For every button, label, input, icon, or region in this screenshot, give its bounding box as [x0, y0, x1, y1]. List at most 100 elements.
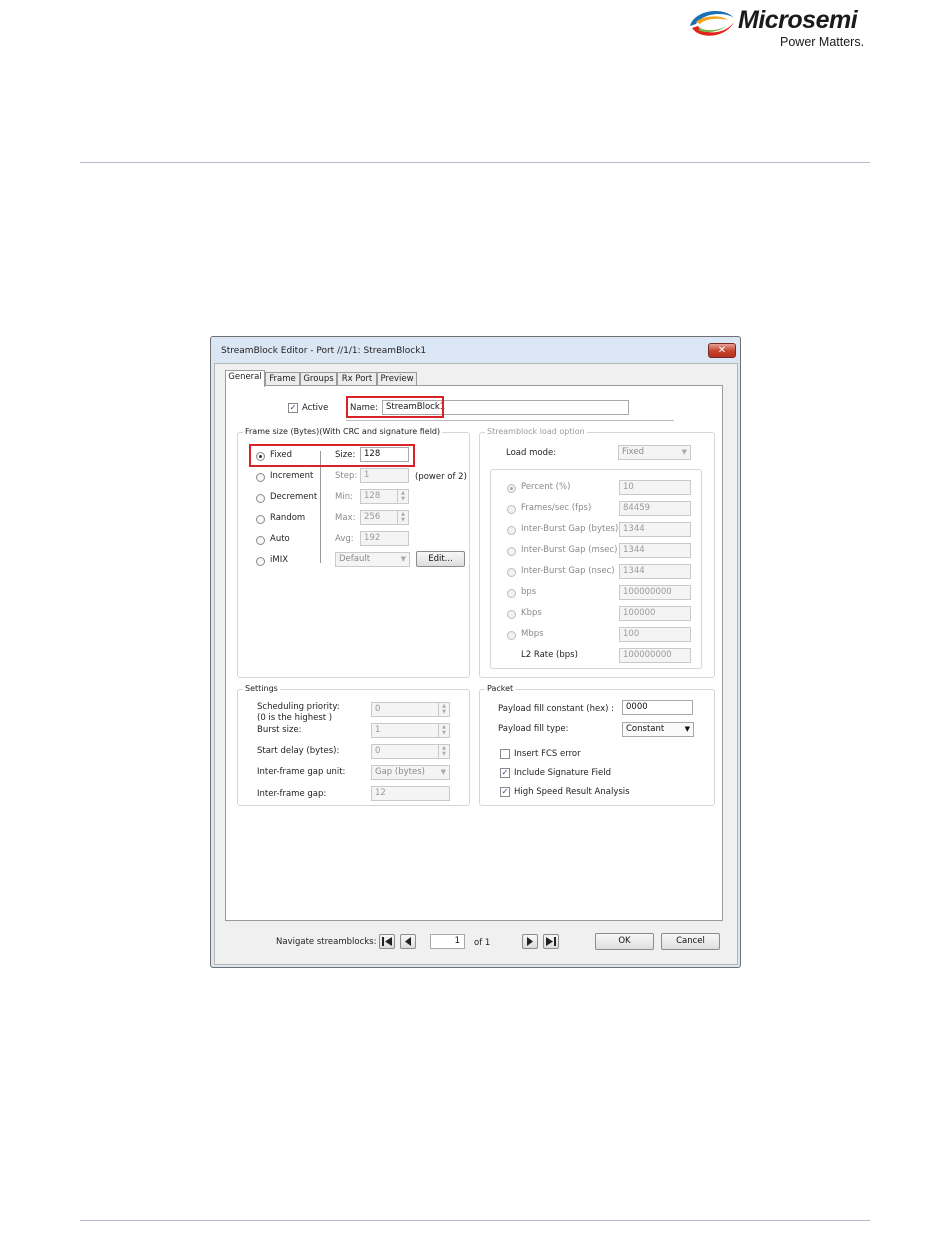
- ibg-nsec-input[interactable]: 1344: [619, 564, 691, 579]
- insert-fcs-error-label: Insert FCS error: [514, 749, 581, 759]
- ibg-bytes-input[interactable]: 1344: [619, 522, 691, 537]
- avg-input[interactable]: 192: [360, 531, 409, 546]
- tab-rx-port[interactable]: Rx Port: [337, 372, 377, 386]
- frame-size-group: Frame size (Bytes)(With CRC and signatur…: [237, 427, 470, 678]
- skip-first-icon: [382, 937, 392, 946]
- ok-button[interactable]: OK: [595, 933, 654, 950]
- fps-input[interactable]: 84459: [619, 501, 691, 516]
- scheduling-priority-input[interactable]: 0 ▲ ▼: [371, 702, 450, 717]
- tab-frame[interactable]: Frame: [265, 372, 300, 386]
- cancel-button[interactable]: Cancel: [661, 933, 720, 950]
- last-streamblock-button[interactable]: [543, 934, 559, 949]
- skip-last-icon: [546, 937, 556, 946]
- auto-radio[interactable]: [256, 536, 265, 545]
- ifg-unit-label: Inter-frame gap unit:: [257, 767, 346, 777]
- high-speed-analysis-checkbox[interactable]: ✓: [500, 787, 510, 797]
- tab-groups[interactable]: Groups: [300, 372, 337, 386]
- microsemi-logo: Microsemi Power Matters.: [686, 4, 876, 50]
- decrement-radio[interactable]: [256, 494, 265, 503]
- next-streamblock-button[interactable]: [522, 934, 538, 949]
- mbps-input[interactable]: 100: [619, 627, 691, 642]
- close-button[interactable]: ✕: [708, 343, 736, 358]
- ibg-msec-radio[interactable]: [507, 547, 516, 556]
- min-spinner-icon[interactable]: ▲ ▼: [397, 490, 408, 503]
- logo-text: Microsemi: [738, 6, 858, 34]
- scheduling-spinner-icon[interactable]: ▲ ▼: [438, 703, 449, 716]
- fill-constant-input[interactable]: 0000: [622, 700, 693, 715]
- load-values-panel: Percent (%) 10 Frames/sec (fps) 84459 In…: [490, 469, 702, 669]
- increment-label: Increment: [270, 471, 314, 481]
- load-mode-dropdown[interactable]: Fixed ▼: [618, 445, 691, 460]
- auto-label: Auto: [270, 534, 290, 544]
- bps-radio[interactable]: [507, 589, 516, 598]
- chevron-down-icon: ▼: [440, 768, 446, 776]
- fps-label: Frames/sec (fps): [521, 503, 592, 513]
- page-input[interactable]: 1: [430, 934, 465, 949]
- include-signature-checkbox[interactable]: ✓: [500, 768, 510, 778]
- streamblock-editor-window: StreamBlock Editor - Port //1/1: StreamB…: [210, 336, 741, 968]
- edit-button[interactable]: Edit...: [416, 551, 465, 567]
- footer-rule: [80, 1220, 870, 1221]
- window-title: StreamBlock Editor - Port //1/1: StreamB…: [221, 346, 427, 356]
- imix-dropdown-value: Default: [339, 554, 371, 564]
- kbps-input[interactable]: 100000: [619, 606, 691, 621]
- microsemi-logo-icon: [690, 11, 734, 36]
- bps-input[interactable]: 100000000: [619, 585, 691, 600]
- scheduling-priority-note: (0 is the highest ): [257, 713, 333, 723]
- mbps-radio[interactable]: [507, 631, 516, 640]
- tab-preview[interactable]: Preview: [377, 372, 417, 386]
- imix-radio[interactable]: [256, 557, 265, 566]
- load-option-legend: Streamblock load option: [485, 427, 587, 436]
- ifg-unit-dropdown[interactable]: Gap (bytes) ▼: [371, 765, 450, 780]
- mbps-label: Mbps: [521, 629, 544, 639]
- high-speed-analysis-label: High Speed Result Analysis: [514, 787, 630, 797]
- chevron-down-icon: ▼: [681, 448, 687, 456]
- load-option-group: Streamblock load option Load mode: Fixed…: [479, 427, 715, 678]
- fill-type-dropdown[interactable]: Constant ▼: [622, 722, 694, 737]
- ibg-nsec-label: Inter-Burst Gap (nsec): [521, 566, 615, 576]
- first-streamblock-button[interactable]: [379, 934, 395, 949]
- l2-rate-input[interactable]: 100000000: [619, 648, 691, 663]
- start-delay-label: Start delay (bytes):: [257, 746, 340, 756]
- scheduling-priority-value: 0: [375, 704, 381, 714]
- min-input[interactable]: 128 ▲ ▼: [360, 489, 409, 504]
- percent-radio[interactable]: [507, 484, 516, 493]
- start-delay-input[interactable]: 0 ▲ ▼: [371, 744, 450, 759]
- frame-size-divider: [320, 451, 321, 563]
- ifg-label: Inter-frame gap:: [257, 789, 327, 799]
- max-input[interactable]: 256 ▲ ▼: [360, 510, 409, 525]
- avg-label: Avg:: [335, 534, 354, 544]
- ifg-input[interactable]: 12: [371, 786, 450, 801]
- active-checkbox[interactable]: ✓: [288, 403, 298, 413]
- bps-label: bps: [521, 587, 537, 597]
- previous-streamblock-button[interactable]: [400, 934, 416, 949]
- navigate-label: Navigate streamblocks:: [276, 937, 377, 947]
- random-radio[interactable]: [256, 515, 265, 524]
- imix-dropdown[interactable]: Default ▼: [335, 552, 410, 567]
- max-spinner-icon[interactable]: ▲ ▼: [397, 511, 408, 524]
- start-delay-value: 0: [375, 746, 381, 756]
- fill-constant-label: Payload fill constant (hex) :: [498, 704, 614, 714]
- imix-label: iMIX: [270, 555, 289, 565]
- burst-spinner-icon[interactable]: ▲ ▼: [438, 724, 449, 737]
- packet-group: Packet Payload fill constant (hex) : 000…: [479, 684, 715, 806]
- start-delay-spinner-icon[interactable]: ▲ ▼: [438, 745, 449, 758]
- ibg-msec-input[interactable]: 1344: [619, 543, 691, 558]
- name-underline: [346, 420, 674, 421]
- fps-radio[interactable]: [507, 505, 516, 514]
- insert-fcs-error-checkbox[interactable]: ✓: [500, 749, 510, 759]
- max-value: 256: [364, 512, 381, 522]
- scheduling-priority-label: Scheduling priority:: [257, 702, 340, 712]
- step-label: Step:: [335, 471, 358, 481]
- tab-general[interactable]: General: [225, 370, 265, 387]
- increment-radio[interactable]: [256, 473, 265, 482]
- frame-size-legend: Frame size (Bytes)(With CRC and signatur…: [243, 427, 443, 436]
- burst-size-input[interactable]: 1 ▲ ▼: [371, 723, 450, 738]
- l2-rate-label: L2 Rate (bps): [521, 650, 578, 660]
- kbps-radio[interactable]: [507, 610, 516, 619]
- general-tab-page: ✓ Active Name: StreamBlock1 Frame size (…: [225, 385, 723, 921]
- step-input[interactable]: 1: [360, 468, 409, 483]
- ibg-nsec-radio[interactable]: [507, 568, 516, 577]
- percent-input[interactable]: 10: [619, 480, 691, 495]
- ibg-bytes-radio[interactable]: [507, 526, 516, 535]
